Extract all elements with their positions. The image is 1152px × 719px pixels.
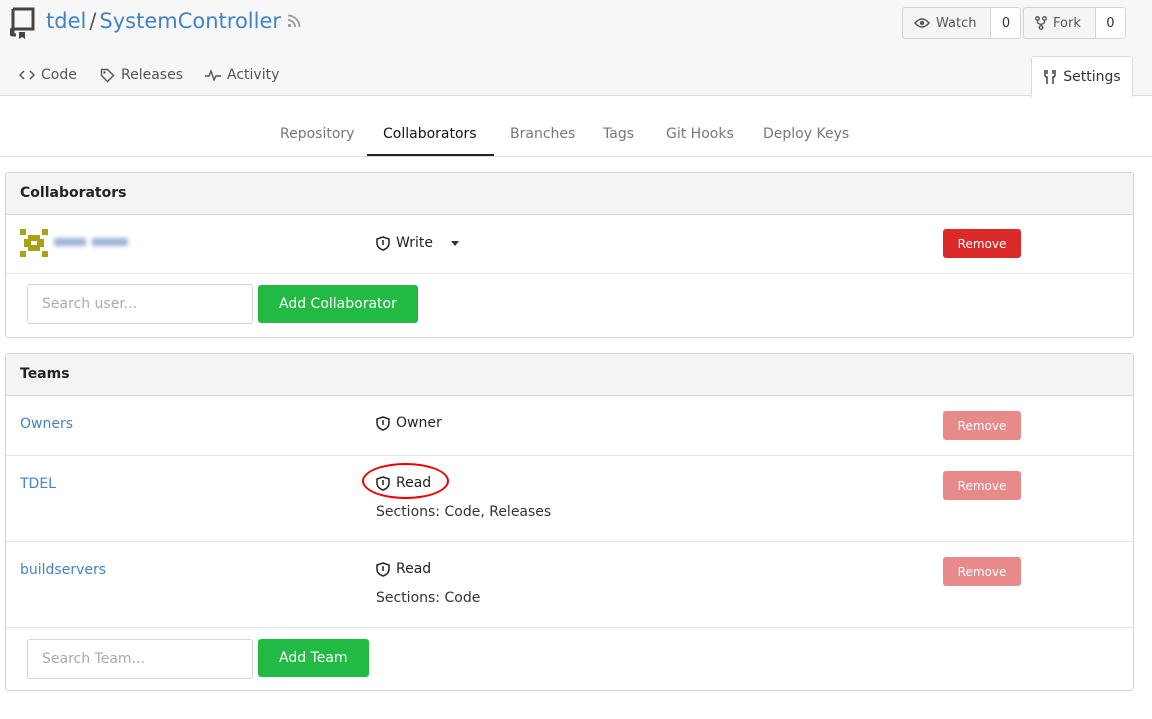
- settings-nav: Repository Collaborators Branches Tags G…: [0, 114, 1152, 157]
- team-row: TDEL Read Sections: Code, Releases Remov…: [6, 456, 1133, 542]
- watch-label: Watch: [936, 15, 977, 31]
- collaborators-title: Collaborators: [6, 173, 1133, 215]
- remove-team-button[interactable]: Remove: [943, 557, 1021, 586]
- add-collaborator-row: Add Collaborator: [6, 274, 1133, 337]
- repo-title: tdel / SystemController: [46, 9, 281, 33]
- collaborator-username[interactable]: [54, 236, 130, 248]
- shield-icon: [376, 415, 390, 431]
- rss-icon[interactable]: [287, 14, 301, 28]
- fork-count[interactable]: 0: [1095, 8, 1125, 38]
- team-row: buildservers Read Sections: Code Remove: [6, 542, 1133, 628]
- tab-activity-label: Activity: [227, 67, 280, 83]
- tag-icon: [100, 68, 115, 82]
- team-permission: Read: [376, 475, 431, 491]
- repo-header: tdel / SystemController Watch 0 Fork 0 C…: [0, 0, 1152, 96]
- team-name-link[interactable]: buildservers: [20, 562, 106, 578]
- permission-label: Write: [396, 235, 433, 251]
- avatar: [20, 229, 48, 257]
- fork-label: Fork: [1053, 15, 1081, 31]
- team-permission: Owner: [376, 415, 442, 431]
- team-permission: Read: [376, 561, 431, 577]
- shield-icon: [376, 235, 390, 251]
- repo-separator: /: [89, 9, 97, 33]
- teams-panel: Teams Owners Owner Remove TDEL Read Sect…: [5, 353, 1134, 691]
- tab-code-label: Code: [41, 67, 77, 83]
- tools-icon: [1044, 70, 1056, 84]
- active-nav-indicator: [367, 154, 494, 156]
- search-user-input[interactable]: [27, 284, 253, 324]
- watch-button[interactable]: Watch 0: [902, 7, 1022, 39]
- team-sections: Sections: Code: [376, 590, 481, 606]
- collaborator-row: Write Remove: [6, 215, 1133, 274]
- repo-icon: [10, 7, 35, 39]
- add-collaborator-button[interactable]: Add Collaborator: [258, 285, 418, 323]
- nav-tags[interactable]: Tags: [603, 126, 634, 142]
- remove-team-button[interactable]: Remove: [943, 471, 1021, 500]
- tab-releases[interactable]: Releases: [100, 67, 183, 83]
- tab-activity[interactable]: Activity: [205, 67, 279, 83]
- nav-repository[interactable]: Repository: [280, 126, 354, 142]
- permission-label: Owner: [396, 415, 442, 431]
- nav-collaborators[interactable]: Collaborators: [383, 126, 477, 142]
- tab-settings-label: Settings: [1063, 69, 1121, 85]
- code-icon: [19, 70, 35, 80]
- permission-label: Read: [396, 561, 432, 577]
- pulse-icon: [205, 69, 221, 81]
- team-name-link[interactable]: Owners: [20, 416, 73, 432]
- remove-collaborator-button[interactable]: Remove: [943, 229, 1021, 258]
- nav-git-hooks[interactable]: Git Hooks: [666, 126, 734, 142]
- tab-code[interactable]: Code: [19, 67, 77, 83]
- add-team-row: Add Team: [6, 628, 1133, 690]
- nav-branches[interactable]: Branches: [510, 126, 575, 142]
- shield-icon: [376, 475, 390, 491]
- chevron-down-icon: [450, 240, 459, 246]
- team-row: Owners Owner Remove: [6, 396, 1133, 456]
- remove-team-button[interactable]: Remove: [943, 411, 1021, 440]
- team-name-link[interactable]: TDEL: [20, 476, 56, 492]
- search-team-input[interactable]: [27, 639, 253, 679]
- fork-button[interactable]: Fork 0: [1023, 7, 1126, 39]
- tab-releases-label: Releases: [121, 67, 183, 83]
- teams-title: Teams: [6, 354, 1133, 396]
- repo-owner-link[interactable]: tdel: [46, 9, 86, 33]
- team-sections: Sections: Code, Releases: [376, 504, 552, 520]
- collaborator-permission-dropdown[interactable]: Write: [376, 235, 459, 251]
- fork-icon: [1035, 16, 1047, 30]
- collaborators-panel: Collaborators Write Remove Add Collabora…: [5, 172, 1134, 338]
- add-team-button[interactable]: Add Team: [258, 639, 369, 677]
- watch-count[interactable]: 0: [991, 8, 1021, 38]
- repo-name-link[interactable]: SystemController: [99, 9, 281, 33]
- eye-icon: [914, 18, 930, 28]
- tab-settings[interactable]: Settings: [1031, 56, 1133, 97]
- shield-icon: [376, 561, 390, 577]
- permission-label: Read: [396, 475, 432, 491]
- nav-deploy-keys[interactable]: Deploy Keys: [763, 126, 849, 142]
